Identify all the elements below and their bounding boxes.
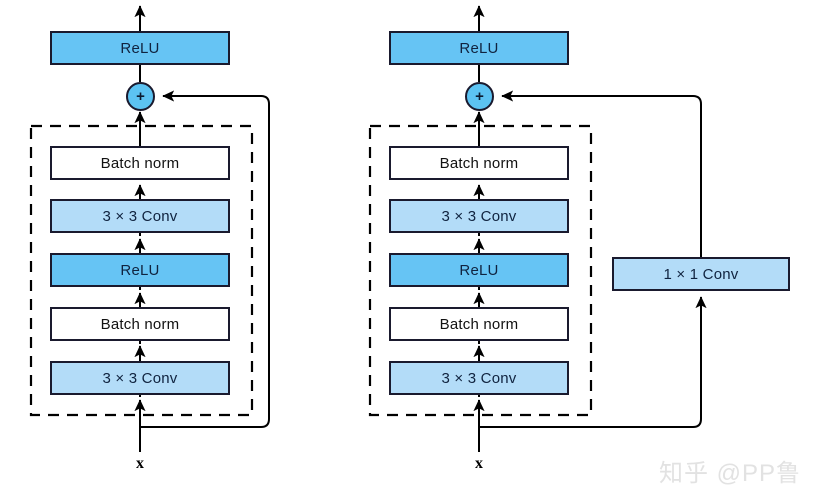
relu-label-right-inner: ReLU	[459, 261, 499, 279]
conv1x1-label-shortcut: 1 × 1 Conv	[663, 265, 739, 283]
relu-box-left-inner[interactable]: ReLU	[50, 253, 230, 287]
input-label-right-text: x	[475, 455, 483, 472]
conv3x3-label-right-1: 3 × 3 Conv	[441, 369, 517, 387]
relu-box-right-inner[interactable]: ReLU	[389, 253, 569, 287]
output-relu-label-right: ReLU	[459, 39, 499, 57]
batchnorm-box-left-1[interactable]: Batch norm	[50, 307, 230, 341]
plus-symbol-right: +	[475, 88, 484, 105]
conv3x3-label-left-2: 3 × 3 Conv	[102, 207, 178, 225]
batchnorm-box-right-1[interactable]: Batch norm	[389, 307, 569, 341]
batchnorm-label-left-1: Batch norm	[100, 315, 180, 333]
output-relu-box-right[interactable]: ReLU	[389, 31, 569, 65]
batchnorm-label-right-2: Batch norm	[439, 154, 519, 172]
output-relu-box-left[interactable]: ReLU	[50, 31, 230, 65]
conv3x3-label-right-2: 3 × 3 Conv	[441, 207, 517, 225]
relu-label-left-inner: ReLU	[120, 261, 160, 279]
conv1x1-box-shortcut[interactable]: 1 × 1 Conv	[612, 257, 790, 291]
conv3x3-box-left-2[interactable]: 3 × 3 Conv	[50, 199, 230, 233]
input-label-right: x	[459, 455, 499, 473]
conv3x3-box-left-1[interactable]: 3 × 3 Conv	[50, 361, 230, 395]
input-label-left-text: x	[136, 455, 144, 472]
batchnorm-box-left-2[interactable]: Batch norm	[50, 146, 230, 180]
batchnorm-label-right-1: Batch norm	[439, 315, 519, 333]
connector-layer	[29, 5, 707, 452]
batchnorm-label-left-2: Batch norm	[100, 154, 180, 172]
conv3x3-box-right-2[interactable]: 3 × 3 Conv	[389, 199, 569, 233]
adder-node-left[interactable]: +	[126, 82, 155, 111]
adder-node-right[interactable]: +	[465, 82, 494, 111]
conv3x3-box-right-1[interactable]: 3 × 3 Conv	[389, 361, 569, 395]
diagram-canvas: ReLU + Batch norm 3 × 3 Conv ReLU Batch …	[0, 0, 821, 500]
input-label-left: x	[120, 455, 160, 473]
watermark: 知乎 @PP鲁	[659, 453, 801, 488]
conv3x3-label-left-1: 3 × 3 Conv	[102, 369, 178, 387]
output-relu-label-left: ReLU	[120, 39, 160, 57]
batchnorm-box-right-2[interactable]: Batch norm	[389, 146, 569, 180]
watermark-text: 知乎 @PP鲁	[659, 460, 802, 487]
plus-symbol-left: +	[136, 88, 145, 105]
